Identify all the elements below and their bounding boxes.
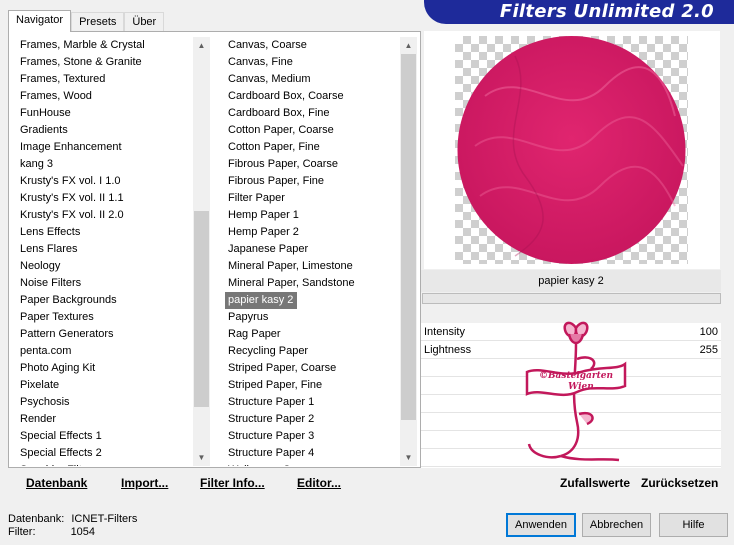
filter-list-item[interactable]: Japanese Paper (225, 241, 401, 258)
import-button[interactable]: Import... (121, 473, 168, 493)
filter-list[interactable]: Canvas, Coarse Canvas, Fine Canvas, Medium… (225, 37, 417, 466)
category-list-item[interactable]: Special Effects 2 (17, 445, 194, 462)
render-progress (422, 293, 721, 304)
banner-title: Filters Unlimited 2.0 (499, 1, 714, 22)
filter-list-item[interactable]: Fibrous Paper, Coarse (225, 156, 401, 173)
preview-area (424, 31, 720, 269)
category-list-item[interactable]: Pattern Generators (17, 326, 194, 343)
category-list-item[interactable]: Noise Filters (17, 275, 194, 292)
filter-scrollbar[interactable]: ▲ ▼ (400, 37, 417, 466)
scroll-down-icon[interactable]: ▼ (193, 449, 210, 466)
category-list-item[interactable]: Render (17, 411, 194, 428)
filter-list-item[interactable]: Cotton Paper, Coarse (225, 122, 401, 139)
category-list-item[interactable]: Pixelate (17, 377, 194, 394)
category-list-item[interactable]: Frames, Marble & Crystal (17, 37, 194, 54)
filter-list-item[interactable]: Structure Paper 2 (225, 411, 401, 428)
filter-list-item[interactable]: Mineral Paper, Sandstone (225, 275, 401, 292)
category-list-item[interactable]: penta.com (17, 343, 194, 360)
filter-list-item[interactable]: Papyrus (225, 309, 401, 326)
filter-list-item[interactable]: Canvas, Fine (225, 54, 401, 71)
param-value[interactable]: 100 (700, 323, 718, 341)
filter-list-item[interactable]: Fibrous Paper, Fine (225, 173, 401, 190)
filter-list-item[interactable]: Canvas, Medium (225, 71, 401, 88)
status-filter-label: Filter: (8, 526, 36, 538)
scroll-up-icon[interactable]: ▲ (193, 37, 210, 54)
filter-list-item[interactable]: Hemp Paper 2 (225, 224, 401, 241)
status-db-value: ICNET-Filters (71, 513, 138, 525)
param-label: Intensity (424, 326, 465, 338)
randomize-button[interactable]: Zufallswerte (560, 473, 630, 493)
status-database: Datenbank: ICNET-Filters (8, 513, 137, 525)
database-button[interactable]: Datenbank (26, 473, 87, 493)
filter-list-item[interactable]: Structure Paper 4 (225, 445, 401, 462)
category-list-item[interactable]: Krusty's FX vol. II 2.0 (17, 207, 194, 224)
scroll-up-icon[interactable]: ▲ (400, 37, 417, 54)
editor-button[interactable]: Editor... (297, 473, 341, 493)
filter-list-item[interactable]: Canvas, Coarse (225, 37, 401, 54)
category-list-item[interactable]: Photo Aging Kit (17, 360, 194, 377)
category-list-item[interactable]: Frames, Textured (17, 71, 194, 88)
status-filter-value: 1054 (70, 526, 96, 538)
tab-presets[interactable]: Presets (71, 12, 125, 32)
filter-list-item[interactable]: Rag Paper (225, 326, 401, 343)
category-list-item[interactable]: kang 3 (17, 156, 194, 173)
status-filter-count: Filter: 1054 (8, 526, 95, 538)
category-list-item[interactable]: FunHouse (17, 105, 194, 122)
category-list-item[interactable]: Paper Backgrounds (17, 292, 194, 309)
svg-text:Wien: Wien (568, 382, 594, 392)
filter-list-item[interactable]: Structure Paper 3 (225, 428, 401, 445)
category-list-item[interactable]: Psychosis (17, 394, 194, 411)
filter-list-item-selected[interactable]: papier kasy 2 (225, 292, 298, 309)
filter-scroll-thumb[interactable] (401, 54, 416, 420)
category-list-item[interactable]: Gradients (17, 122, 194, 139)
filter-list-item[interactable]: Filter Paper (225, 190, 401, 207)
filter-list-item[interactable]: Cardboard Box, Fine (225, 105, 401, 122)
filter-list-item[interactable]: Mineral Paper, Limestone (225, 258, 401, 275)
filter-list-item[interactable]: Cardboard Box, Coarse (225, 88, 401, 105)
filter-info-button[interactable]: Filter Info... (200, 473, 265, 493)
category-list-item[interactable]: Frames, Stone & Granite (17, 54, 194, 71)
category-list-item[interactable]: Sapphire Filters (17, 462, 194, 466)
category-list-item[interactable]: Neology (17, 258, 194, 275)
tab-navigator[interactable]: Navigator (8, 10, 72, 32)
category-scroll-thumb[interactable] (194, 211, 209, 407)
filter-list-item[interactable]: Striped Paper, Coarse (225, 360, 401, 377)
watermark-logo: ©Bastelgarten Wien (525, 321, 627, 462)
filter-name-label: papier kasy 2 (421, 270, 721, 292)
param-label: Lightness (424, 344, 472, 356)
tab-about[interactable]: Über (124, 12, 165, 32)
preview-image (457, 36, 686, 264)
category-list[interactable]: Frames, Marble & Crystal Frames, Stone & … (17, 37, 210, 466)
help-button[interactable]: Hilfe (659, 513, 728, 537)
category-list-item[interactable]: Krusty's FX vol. II 1.1 (17, 190, 194, 207)
tab-strip: Navigator Presets Über (8, 10, 165, 32)
parameter-panel: Intensity 100 Lightness 255 ©Bastelgarte… (421, 321, 721, 468)
svg-text:©Bastelgarten: ©Bastelgarten (539, 371, 613, 381)
apply-button[interactable]: Anwenden (506, 513, 576, 537)
scroll-down-icon[interactable]: ▼ (400, 449, 417, 466)
category-list-item[interactable]: Paper Textures (17, 309, 194, 326)
category-scrollbar[interactable]: ▲ ▼ (193, 37, 210, 466)
category-list-item[interactable]: Frames, Wood (17, 88, 194, 105)
category-list-item[interactable]: Image Enhancement (17, 139, 194, 156)
filter-list-item[interactable]: Striped Paper, Fine (225, 377, 401, 394)
filter-list-item[interactable]: Wallpaper, Coarse (225, 462, 401, 466)
reset-button[interactable]: Zurücksetzen (641, 473, 718, 493)
status-db-label: Datenbank: (8, 513, 65, 525)
param-value[interactable]: 255 (700, 341, 718, 359)
filter-list-item[interactable]: Cotton Paper, Fine (225, 139, 401, 156)
category-list-item[interactable]: Special Effects 1 (17, 428, 194, 445)
category-list-item[interactable]: Krusty's FX vol. I 1.0 (17, 173, 194, 190)
cancel-button[interactable]: Abbrechen (582, 513, 651, 537)
filter-list-item[interactable]: Hemp Paper 1 (225, 207, 401, 224)
title-banner: Filters Unlimited 2.0 (424, 0, 734, 24)
category-list-item[interactable]: Lens Flares (17, 241, 194, 258)
filter-list-item[interactable]: Recycling Paper (225, 343, 401, 360)
filter-list-item[interactable]: Structure Paper 1 (225, 394, 401, 411)
category-list-item[interactable]: Lens Effects (17, 224, 194, 241)
